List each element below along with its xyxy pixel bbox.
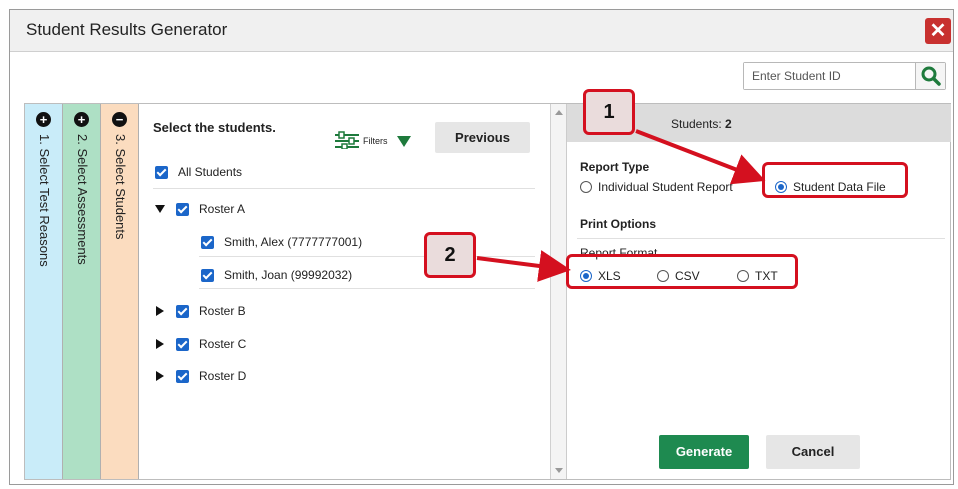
students-pane: Select the students. Filters Previous Al… — [139, 104, 551, 479]
report-type-title: Report Type — [580, 160, 650, 174]
roster-row[interactable]: Roster C — [155, 337, 246, 351]
report-type-individual[interactable]: Individual Student Report — [580, 180, 733, 194]
roster-label: Roster A — [199, 202, 246, 216]
minus-circle-icon: − — [112, 112, 127, 127]
close-icon: ✕ — [929, 20, 947, 42]
roster-row[interactable]: Roster A — [155, 202, 245, 216]
student-row[interactable]: Smith, Alex (7777777001) — [201, 235, 362, 249]
scroll-up-icon[interactable] — [555, 110, 563, 115]
callout-2: 2 — [424, 232, 476, 278]
callout-1: 1 — [583, 89, 635, 135]
filters-button[interactable]: Filters — [331, 129, 421, 153]
student-label: Smith, Alex (7777777001) — [224, 235, 363, 249]
step-tab-test-reasons[interactable]: + 1. Select Test Reasons — [25, 104, 63, 479]
student-id-search — [743, 62, 946, 90]
generate-button[interactable]: Generate — [659, 435, 749, 469]
highlight-report-format — [566, 254, 798, 289]
dialog-titlebar: Student Results Generator ✕ — [10, 10, 953, 52]
caret-right-icon[interactable] — [156, 339, 164, 349]
results-generator-dialog: Student Results Generator ✕ + 1. Select … — [9, 9, 954, 485]
caret-right-icon[interactable] — [156, 371, 164, 381]
vertical-scrollbar[interactable] — [551, 104, 567, 479]
generator-content: + 1. Select Test Reasons + 2. Select Ass… — [24, 103, 951, 480]
print-options-title: Print Options — [580, 217, 656, 231]
checkbox-checked-icon[interactable] — [176, 337, 189, 351]
students-heading: Select the students. — [153, 120, 276, 135]
student-label: Smith, Joan (99992032) — [224, 268, 353, 282]
roster-label: Roster D — [199, 369, 247, 383]
student-row[interactable]: Smith, Joan (99992032) — [201, 268, 352, 282]
search-button[interactable] — [915, 63, 945, 89]
checkbox-checked-icon[interactable] — [176, 369, 189, 383]
student-id-input[interactable] — [744, 63, 914, 89]
search-icon — [921, 66, 941, 86]
step-label: 1. Select Test Reasons — [37, 134, 52, 267]
roster-label: Roster C — [199, 337, 247, 351]
report-options-pane: Students: 2 Report Type Individual Stude… — [567, 104, 951, 479]
plus-circle-icon: + — [74, 112, 89, 127]
dialog-title: Student Results Generator — [26, 20, 228, 39]
highlight-student-data-file — [762, 162, 908, 198]
all-students-label: All Students — [178, 165, 243, 179]
scroll-down-icon[interactable] — [555, 468, 563, 473]
checkbox-checked-icon[interactable] — [176, 304, 189, 318]
filters-label: Filters — [363, 136, 388, 146]
radio-unselected-icon[interactable] — [580, 181, 592, 193]
students-count-label: Students: 2 — [671, 117, 732, 131]
roster-label: Roster B — [199, 304, 246, 318]
radio-label: Individual Student Report — [598, 180, 733, 194]
cancel-button[interactable]: Cancel — [766, 435, 860, 469]
step-label: 3. Select Students — [113, 134, 128, 240]
plus-circle-icon: + — [36, 112, 51, 127]
step-tab-assessments[interactable]: + 2. Select Assessments — [63, 104, 101, 479]
step-label: 2. Select Assessments — [75, 134, 90, 265]
roster-row[interactable]: Roster D — [155, 369, 246, 383]
previous-button[interactable]: Previous — [435, 122, 530, 153]
checkbox-checked-icon[interactable] — [155, 165, 168, 179]
all-students-row[interactable]: All Students — [155, 165, 242, 179]
filters-icon — [335, 131, 359, 149]
close-button[interactable]: ✕ — [925, 18, 951, 44]
checkbox-checked-icon[interactable] — [201, 235, 214, 249]
caret-right-icon[interactable] — [156, 306, 164, 316]
chevron-down-icon — [397, 136, 411, 147]
roster-row[interactable]: Roster B — [155, 304, 246, 318]
caret-down-icon[interactable] — [155, 205, 165, 213]
checkbox-checked-icon[interactable] — [201, 268, 214, 282]
checkbox-checked-icon[interactable] — [176, 202, 189, 216]
step-tab-students[interactable]: − 3. Select Students — [101, 104, 139, 479]
